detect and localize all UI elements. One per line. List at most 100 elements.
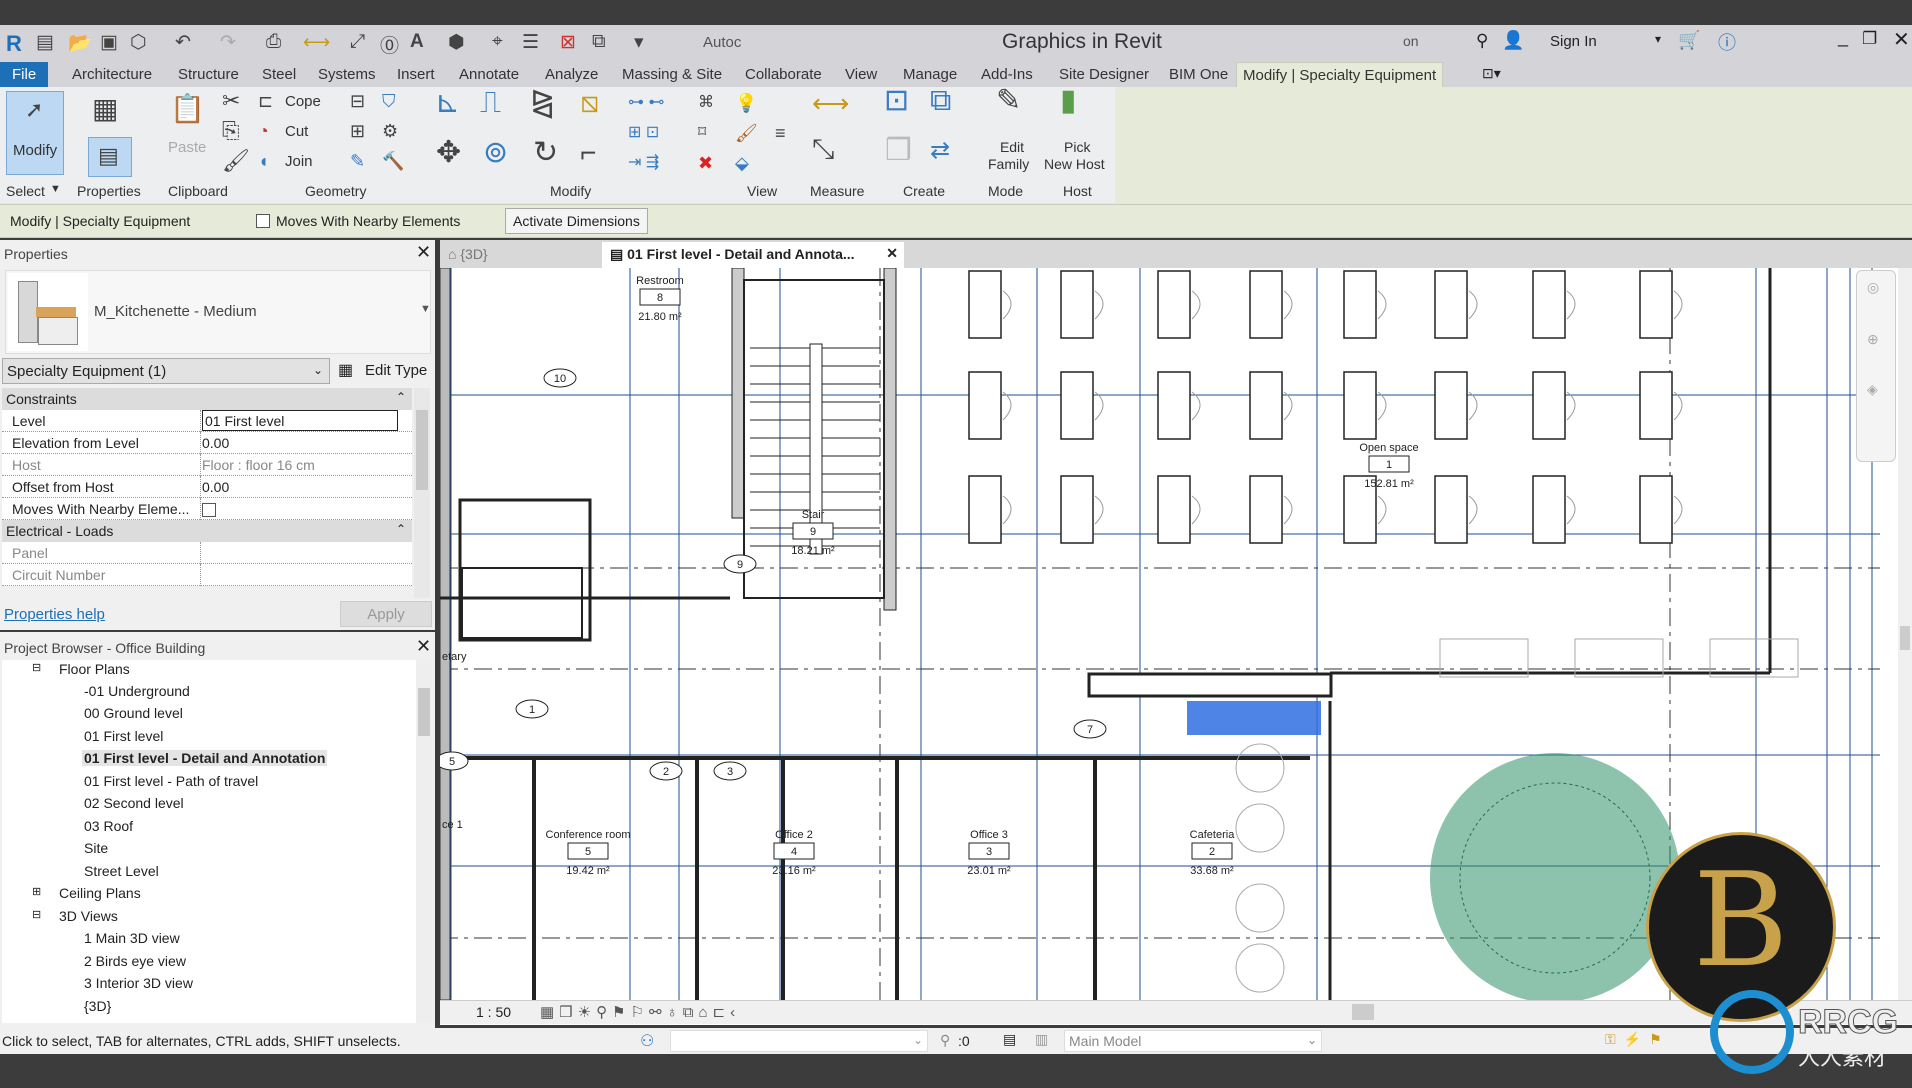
view-control-icons[interactable]: ▦❒☀⚲⚑⚐⚯♁⧉⌂⊏‹	[540, 1003, 740, 1021]
view-scale[interactable]: 1 : 50	[476, 1004, 511, 1020]
rotate-icon[interactable]: ↻	[533, 138, 558, 168]
align-icon[interactable]: ⊾	[435, 88, 460, 118]
horizontal-scroll-thumb[interactable]	[1352, 1004, 1374, 1020]
expand-icon[interactable]: ⊞	[32, 885, 41, 898]
tag-icon[interactable]: ⓪	[380, 31, 399, 58]
tab-structure[interactable]: Structure	[172, 62, 245, 87]
ribbon-minimize-icon[interactable]: ⊡▾	[1482, 65, 1501, 82]
properties-close-icon[interactable]: ✕	[416, 242, 431, 263]
move-icon[interactable]: ✥	[436, 138, 461, 168]
tree-item[interactable]: 01 First level - Path of travel	[84, 773, 258, 789]
properties-scrollbar[interactable]	[414, 388, 430, 598]
view-cube-icon[interactable]: ◎	[1867, 279, 1879, 296]
offset-icon[interactable]: ⎍	[480, 88, 501, 118]
section-constraints[interactable]: Constraints ⌃	[2, 388, 412, 410]
tree-item[interactable]: 1 Main 3D view	[84, 930, 180, 946]
hide-element-icon[interactable]: 💡	[735, 91, 757, 115]
instance-filter-dropdown[interactable]: Specialty Equipment (1) ⌄	[2, 358, 330, 384]
paint-icon[interactable]: ⛉	[382, 89, 396, 113]
restore-button[interactable]: ❐	[1862, 29, 1877, 49]
cart-icon[interactable]: 🛒	[1678, 30, 1700, 51]
tree-floor-plans[interactable]: Floor Plans	[59, 661, 130, 677]
save-icon[interactable]: ▣	[100, 31, 118, 54]
create-group-icon[interactable]: ❒	[885, 136, 912, 166]
aligned-dimension-icon[interactable]: ⟷	[812, 90, 849, 116]
edit-type-button[interactable]: Edit Type	[365, 362, 427, 379]
tab-floor-plan-view[interactable]: ▤ 01 First level - Detail and Annota... ✕	[602, 242, 904, 268]
tree-item[interactable]: 00 Ground level	[84, 705, 183, 721]
apply-button[interactable]: Apply	[340, 601, 432, 627]
moves-with-prop-checkbox[interactable]	[202, 501, 216, 518]
modify-button[interactable]: ➚ Modify	[6, 91, 64, 175]
filter-icon[interactable]: ⚲	[940, 1032, 950, 1049]
tree-ceiling-plans[interactable]: Ceiling Plans	[59, 885, 141, 901]
mirror-draw-axis-icon[interactable]: ⧅	[580, 88, 599, 118]
sync-icon[interactable]: ⬡	[130, 31, 147, 54]
binoculars-icon[interactable]: ⚲	[1476, 31, 1488, 51]
tab-file[interactable]: File	[0, 62, 49, 87]
tree-3d-views[interactable]: 3D Views	[59, 908, 118, 924]
create-similar-icon[interactable]: ⇄	[930, 139, 950, 163]
tab-close-icon[interactable]: ✕	[886, 245, 898, 262]
split-icon[interactable]: ⊶ ⊷	[628, 91, 664, 115]
level-field[interactable]: 01 First level	[202, 410, 398, 431]
properties-toggle-button[interactable]: ▤	[88, 137, 132, 177]
type-properties-icon[interactable]: ▦	[92, 95, 118, 123]
tree-item[interactable]: Street Level	[84, 863, 159, 879]
linework-view-icon[interactable]: ⬙	[735, 151, 749, 175]
section-electrical-loads[interactable]: Electrical - Loads ⌃	[2, 520, 412, 542]
revit-logo-icon[interactable]: R	[6, 31, 22, 57]
copy-element-icon[interactable]: ⊚	[483, 138, 508, 168]
type-dropdown-icon[interactable]: ▼	[420, 303, 431, 315]
wall-joins-icon[interactable]: ⊞	[350, 119, 365, 143]
tab-3d-view[interactable]: ⌂ {3D}	[440, 242, 496, 268]
type-selector[interactable]: M_Kitchenette - Medium ▼	[5, 270, 431, 354]
tree-item[interactable]: -01 Underground	[84, 683, 190, 699]
sign-in-link[interactable]: Sign In	[1550, 33, 1597, 50]
linework-icon[interactable]: ✎	[350, 149, 365, 173]
tab-insert[interactable]: Insert	[391, 62, 441, 87]
tree-item[interactable]: 01 First level	[84, 728, 163, 744]
recent-files-icon[interactable]: ▤	[36, 31, 54, 54]
split-face-icon[interactable]: ⊟	[350, 89, 365, 113]
steering-wheel-icon[interactable]: ◈	[1867, 381, 1878, 398]
scale-icon[interactable]: ⇥ ⇶	[628, 151, 659, 175]
create-parts-icon[interactable]: ⧉	[930, 86, 951, 116]
tab-massing-site[interactable]: Massing & Site	[616, 62, 728, 87]
browser-close-icon[interactable]: ✕	[416, 636, 431, 657]
delete-icon[interactable]: ✖	[698, 151, 713, 175]
activate-dimensions-button[interactable]: Activate Dimensions	[505, 208, 648, 234]
vertical-scrollbar[interactable]	[1898, 268, 1912, 1000]
hammer-icon[interactable]: 🔨	[382, 149, 404, 173]
pin-icon[interactable]: ⌑	[698, 121, 706, 145]
cope-button[interactable]: Cope	[285, 93, 321, 110]
match-properties-icon[interactable]: 🖌	[222, 149, 250, 173]
sign-in-dropdown-icon[interactable]: ▾	[1655, 32, 1661, 46]
close-button[interactable]: ✕	[1893, 27, 1910, 52]
design-option-dropdown[interactable]: Main Model ⌄	[1064, 1030, 1322, 1052]
tree-item[interactable]: 02 Second level	[84, 795, 184, 811]
customize-qat-icon[interactable]: ▾	[634, 31, 644, 54]
close-hidden-icon[interactable]: ⊠	[560, 31, 576, 54]
tab-analyze[interactable]: Analyze	[539, 62, 604, 87]
copy-icon[interactable]: ⎘	[222, 119, 240, 143]
tree-item[interactable]: 03 Roof	[84, 818, 133, 834]
offset-field[interactable]: 0.00	[202, 479, 229, 495]
tab-collaborate[interactable]: Collaborate	[739, 62, 828, 87]
collapse-icon[interactable]: ⊟	[32, 908, 41, 921]
elevation-field[interactable]: 0.00	[202, 435, 229, 451]
thin-lines-view-icon[interactable]: ≡	[775, 121, 786, 145]
cut-clipboard-icon[interactable]: ✂	[222, 89, 240, 113]
measure-icon[interactable]: ⟷	[303, 31, 330, 54]
collapse-icon[interactable]: ⌃	[396, 390, 406, 404]
trim-extend-icon[interactable]: ⌐	[580, 139, 596, 167]
paste-icon[interactable]: 📋	[170, 95, 205, 123]
moves-with-checkbox[interactable]	[256, 212, 270, 229]
section-icon[interactable]: ⌖	[492, 31, 503, 53]
collapse-icon[interactable]: ⌃	[396, 522, 406, 536]
workset-dropdown[interactable]: ⌄	[670, 1030, 928, 1052]
collapse-icon[interactable]: ⊟	[32, 661, 41, 674]
navigation-bar[interactable]: ◎ ⊕ ◈	[1856, 270, 1896, 462]
open-icon[interactable]: 📂	[68, 31, 92, 55]
undo-icon[interactable]: ↶	[175, 31, 191, 54]
